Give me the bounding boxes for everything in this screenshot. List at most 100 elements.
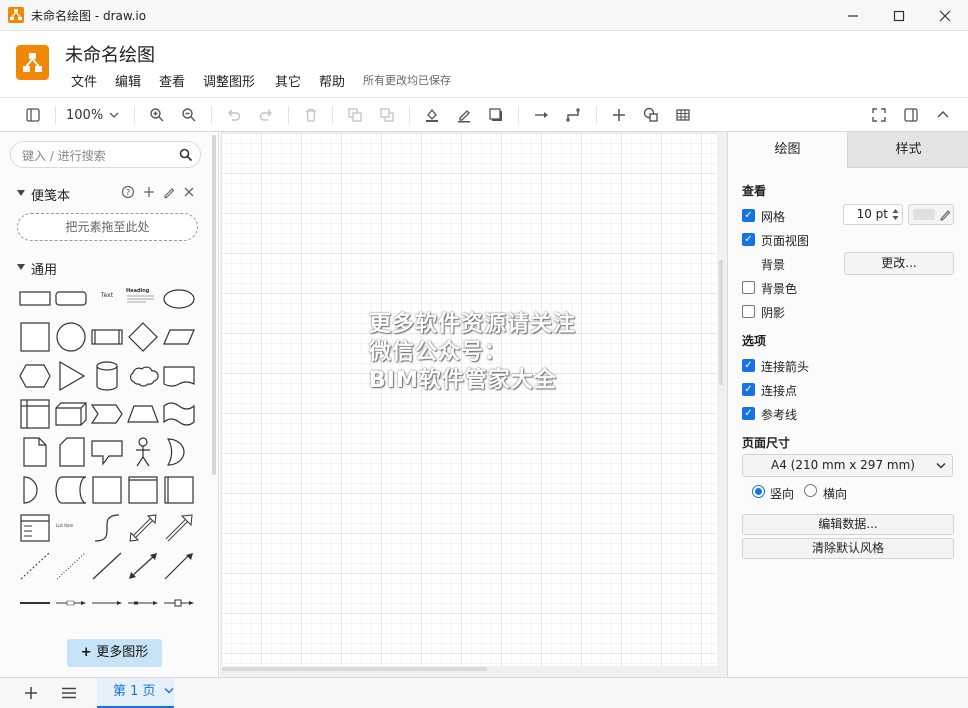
shape-thick-line[interactable]	[18, 596, 52, 610]
shape-data-storage[interactable]	[54, 474, 88, 506]
zoom-dropdown[interactable]: 100%	[66, 98, 124, 132]
shape-directional-connector[interactable]	[162, 550, 196, 582]
page-tab[interactable]: 第 1 页	[97, 678, 174, 708]
shape-cube[interactable]	[54, 398, 88, 430]
shape-trapezoid[interactable]	[126, 398, 160, 430]
document-title[interactable]: 未命名绘图	[65, 41, 155, 67]
fill-color-button[interactable]	[420, 98, 444, 132]
shape-square[interactable]	[18, 321, 52, 353]
shape-hexagon[interactable]	[18, 360, 52, 392]
menu-view[interactable]: 查看	[159, 71, 185, 90]
shadow-button[interactable]	[484, 98, 508, 132]
table-button[interactable]	[671, 98, 695, 132]
waypoints-button[interactable]	[562, 98, 586, 132]
redo-button[interactable]	[254, 98, 278, 132]
insert-button[interactable]	[607, 98, 631, 132]
help-icon[interactable]: ?	[121, 185, 135, 199]
menu-arrange[interactable]: 调整图形	[203, 71, 255, 90]
page-size-select[interactable]: A4 (210 mm x 297 mm)	[742, 454, 953, 477]
canvas-horizontal-scrollbar[interactable]	[222, 667, 487, 671]
scratchpad-dropzone[interactable]: 把元素拖至此处	[17, 213, 198, 241]
format-panel-button[interactable]	[20, 98, 46, 132]
fullscreen-button[interactable]	[867, 98, 891, 132]
shape-arrow[interactable]	[162, 512, 196, 544]
search-input[interactable]: 键入 / 进行搜索	[10, 141, 201, 168]
landscape-radio[interactable]	[804, 484, 817, 497]
tab-style[interactable]: 样式	[847, 132, 968, 168]
pages-menu-button[interactable]	[59, 683, 79, 703]
search-icon[interactable]	[179, 148, 193, 162]
tab-diagram[interactable]: 绘图	[728, 132, 847, 168]
shape-rounded-rectangle[interactable]	[54, 289, 88, 307]
shape-container[interactable]	[126, 474, 160, 506]
shape-document[interactable]	[162, 360, 196, 392]
sidebar-scrollbar[interactable]	[212, 135, 216, 475]
zoom-out-button[interactable]	[177, 98, 201, 132]
shape-dotted-line[interactable]	[54, 550, 88, 582]
shape-actor[interactable]	[126, 436, 160, 468]
shape-connector-with-label[interactable]	[90, 596, 124, 610]
collapse-arrow-icon[interactable]	[16, 189, 26, 197]
shape-list-item[interactable]: List Item	[56, 523, 86, 528]
grid-color-button[interactable]	[908, 204, 954, 225]
format-toggle-button[interactable]	[899, 98, 923, 132]
close-button[interactable]	[922, 0, 968, 31]
shape-internal-storage[interactable]	[18, 398, 52, 430]
shape-diamond[interactable]	[126, 321, 160, 353]
connection-button[interactable]	[529, 98, 555, 132]
shape-note[interactable]	[18, 436, 52, 468]
shape-line[interactable]	[90, 550, 124, 582]
line-color-button[interactable]	[452, 98, 476, 132]
stepper-icon[interactable]	[891, 207, 900, 222]
connection-points-checkbox[interactable]: ✓	[742, 383, 755, 396]
shape-delay[interactable]	[18, 474, 52, 506]
zoom-in-button[interactable]	[145, 98, 169, 132]
shape-callout[interactable]	[90, 436, 124, 468]
shape-triangle[interactable]	[54, 360, 88, 392]
minimize-button[interactable]	[830, 0, 876, 31]
shape-card[interactable]	[54, 436, 88, 468]
shape-tape[interactable]	[162, 398, 196, 430]
shape-cloud[interactable]	[126, 360, 160, 392]
connection-arrows-checkbox[interactable]: ✓	[742, 359, 755, 372]
delete-button[interactable]	[299, 98, 323, 132]
shape-vertical-container[interactable]	[162, 474, 196, 506]
shape-parallelogram[interactable]	[162, 321, 196, 353]
save-status[interactable]: 所有更改均已保存	[363, 72, 451, 88]
shape-rectangle[interactable]	[18, 289, 52, 307]
background-color-checkbox[interactable]	[742, 281, 755, 294]
grid-checkbox[interactable]: ✓	[742, 209, 755, 222]
change-background-button[interactable]: 更改...	[844, 252, 954, 275]
shape-square-2[interactable]	[90, 474, 124, 506]
close-icon[interactable]	[182, 185, 196, 199]
to-front-button[interactable]	[343, 98, 367, 132]
maximize-button[interactable]	[876, 0, 922, 31]
add-icon[interactable]	[142, 185, 156, 199]
shape-curve[interactable]	[90, 512, 124, 544]
shapes-button[interactable]	[639, 98, 663, 132]
chevron-down-icon[interactable]	[164, 687, 174, 695]
shadow-checkbox[interactable]	[742, 305, 755, 318]
shape-process[interactable]	[90, 321, 124, 353]
shape-bidirectional-arrow[interactable]	[126, 512, 160, 544]
menu-help[interactable]: 帮助	[319, 71, 345, 90]
shape-or[interactable]	[162, 436, 196, 468]
shape-list[interactable]	[18, 512, 52, 544]
scratchpad-title[interactable]: 便笺本	[31, 185, 70, 204]
grid-size-input[interactable]: 10 pt	[843, 204, 903, 225]
more-shapes-button[interactable]: + 更多图形	[67, 639, 162, 667]
collapse-toolbar-button[interactable]	[931, 98, 955, 132]
drawing-page[interactable]	[221, 133, 717, 666]
shape-ellipse[interactable]	[162, 288, 196, 310]
edit-icon[interactable]	[162, 185, 176, 199]
menu-extras[interactable]: 其它	[275, 71, 301, 90]
clear-default-style-button[interactable]: 清除默认风格	[742, 538, 954, 559]
portrait-radio[interactable]	[752, 485, 765, 498]
guides-checkbox[interactable]: ✓	[742, 407, 755, 420]
canvas-vertical-scrollbar[interactable]	[719, 260, 723, 385]
shape-heading[interactable]: Heading	[126, 288, 156, 306]
shape-bidirectional-connector[interactable]	[126, 550, 160, 582]
shape-dashed-line[interactable]	[18, 550, 52, 582]
collapse-arrow-icon[interactable]	[16, 263, 26, 271]
undo-button[interactable]	[222, 98, 246, 132]
